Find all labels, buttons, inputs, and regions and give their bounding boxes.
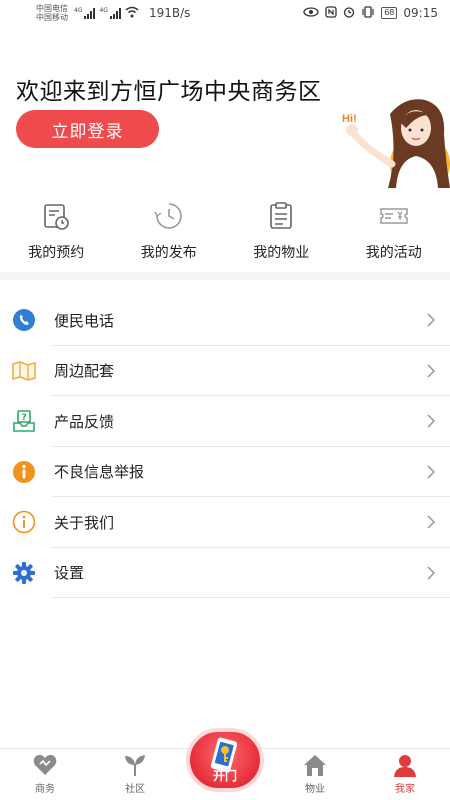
greeting-illustration: Hi! — [340, 94, 450, 194]
list-item-phone[interactable]: 便民电话 — [0, 295, 450, 346]
nav-property[interactable]: 物业 — [270, 749, 360, 800]
home-icon — [304, 755, 326, 776]
carrier-names: 中国电信 中国移动 — [36, 4, 68, 22]
sprout-icon — [125, 755, 145, 776]
info-icon — [12, 510, 36, 534]
net-speed: 191B/s — [148, 6, 191, 20]
svg-text:?: ? — [22, 413, 27, 423]
list-label-phone: 便民电话 — [54, 311, 115, 330]
report-icon — [12, 460, 36, 484]
nav-label-property: 物业 — [305, 784, 325, 795]
quick-label-activities: 我的活动 — [365, 245, 422, 261]
alarm-icon — [343, 6, 355, 21]
carrier-2: 中国移动 — [36, 13, 68, 22]
chevron-right-icon — [427, 364, 436, 378]
quick-label-property: 我的物业 — [253, 245, 310, 261]
chevron-right-icon — [427, 313, 436, 327]
battery-indicator: 68 — [381, 7, 398, 19]
quick-item-activities[interactable]: 我的活动 — [338, 192, 450, 270]
network-type-2: 4G — [99, 7, 108, 14]
list-item-feedback[interactable]: ? 产品反馈 — [0, 396, 450, 447]
list-item-nearby[interactable]: 周边配套 — [0, 346, 450, 397]
nav-label-my-home: 我家 — [395, 784, 415, 795]
person-icon — [394, 755, 416, 777]
list-label-about: 关于我们 — [54, 513, 115, 532]
list-item-settings[interactable]: 设置 — [0, 548, 450, 599]
wifi-icon — [125, 6, 139, 21]
carrier-1: 中国电信 — [36, 4, 68, 13]
network-type-1: 4G — [74, 7, 83, 14]
quick-item-posts[interactable]: 我的发布 — [113, 192, 226, 270]
list-label-report: 不良信息举报 — [54, 463, 145, 482]
list-item-about[interactable]: 关于我们 — [0, 497, 450, 548]
signal-icon-1: 4G — [74, 7, 96, 19]
nfc-icon — [325, 5, 337, 21]
map-icon — [12, 359, 36, 383]
phone-icon — [12, 308, 36, 332]
quick-label-posts: 我的发布 — [140, 245, 197, 261]
list-label-nearby: 周边配套 — [54, 362, 115, 381]
clock-icon — [154, 203, 182, 229]
nav-business[interactable]: 商务 — [0, 749, 90, 800]
nav-my-home[interactable]: 我家 — [360, 749, 450, 800]
list-label-settings: 设置 — [54, 564, 85, 583]
list-item-report[interactable]: 不良信息举报 — [0, 447, 450, 498]
welcome-title: 欢迎来到方恒广场中央商务区 — [16, 79, 322, 105]
ticket-icon — [380, 208, 408, 224]
nav-label-business: 商务 — [35, 784, 55, 795]
eye-icon — [303, 6, 319, 20]
feedback-icon: ? — [12, 409, 36, 433]
quick-item-appointments[interactable]: 我的预约 — [0, 192, 113, 270]
nav-label-community: 社区 — [125, 784, 145, 795]
heart-icon — [33, 754, 57, 775]
hi-text: Hi! — [342, 113, 357, 125]
menu-list: 便民电话 周边配套 ? 产品反馈 不良信息举报 关于我们 设置 — [0, 295, 450, 598]
status-bar: 中国电信 中国移动 4G 4G 191B/s 68 09:15 — [0, 0, 450, 26]
chevron-right-icon — [427, 465, 436, 479]
quick-menu: 我的预约 我的发布 我的物业 我的活动 — [0, 192, 450, 270]
clipboard-icon — [270, 202, 293, 229]
chevron-right-icon — [427, 515, 436, 529]
nav-community[interactable]: 社区 — [90, 749, 180, 800]
signal-icon-2: 4G — [99, 7, 121, 19]
list-label-feedback: 产品反馈 — [54, 412, 115, 431]
section-divider — [0, 272, 450, 280]
chevron-right-icon — [427, 414, 436, 428]
vibrate-icon — [361, 5, 375, 21]
open-door-label: 开门 — [212, 769, 237, 783]
gear-icon — [12, 561, 36, 585]
login-button[interactable]: 立即登录 — [16, 110, 159, 148]
open-door-button[interactable]: 开门 — [184, 728, 266, 800]
open-door-circle: 开门 — [186, 728, 264, 792]
chevron-right-icon — [427, 566, 436, 580]
quick-item-property[interactable]: 我的物业 — [225, 192, 338, 270]
clock-time: 09:15 — [403, 6, 438, 20]
calendar-clock-icon — [44, 204, 70, 230]
quick-label-appointments: 我的预约 — [28, 245, 85, 261]
